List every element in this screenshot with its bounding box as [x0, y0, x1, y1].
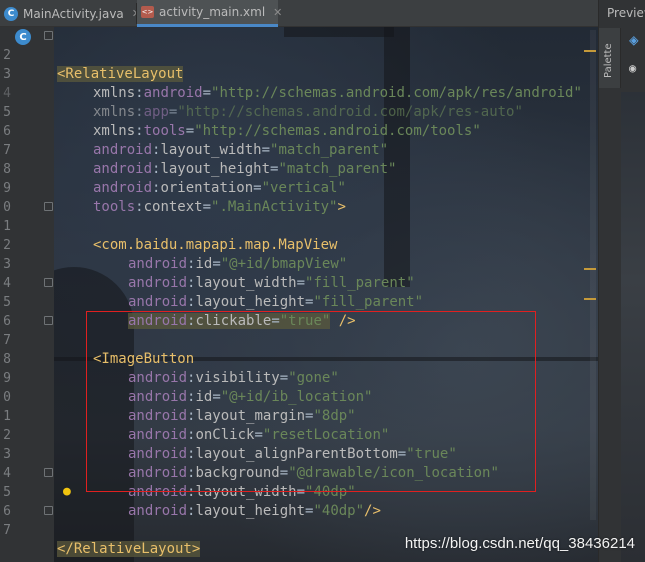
code-line: 4 xmlns:app="http://schemas.android.com/… [0, 65, 598, 120]
code-line: 4 android:layout_height="fill_parent" [0, 255, 598, 310]
code-line: 0 [0, 179, 598, 215]
preview-canvas [621, 92, 645, 562]
tab-activity-main-xml[interactable]: <> activity_main.xml ✕ [137, 0, 282, 27]
code-line: 7 android:layout_height="match_parent" [0, 122, 598, 177]
fold-toggle-icon[interactable] [44, 202, 53, 211]
vertical-scrollbar[interactable] [590, 30, 596, 520]
lightbulb-icon[interactable]: ● [63, 485, 75, 499]
fold-toggle-icon[interactable] [44, 468, 53, 477]
preview-title[interactable]: Preview [607, 6, 645, 20]
palette-label: Palette [603, 43, 614, 78]
xml-file-icon: <> [141, 6, 154, 18]
tab-mainactivity-java[interactable]: C MainActivity.java ✕ [0, 0, 141, 27]
watermark-url: https://blog.csdn.net/qq_38436214 [404, 535, 635, 552]
fold-toggle-icon[interactable] [44, 506, 53, 515]
scroll-marker[interactable] [584, 298, 596, 300]
tab-label: MainActivity.java [23, 6, 124, 21]
layers-icon[interactable]: ◈ [629, 32, 645, 48]
close-icon[interactable]: ✕ [273, 6, 282, 19]
tab-label: activity_main.xml [159, 5, 266, 19]
code-line: 9 tools:context=".MainActivity"> [0, 160, 598, 215]
code-line: 3 xmlns:android="http://schemas.android.… [0, 46, 598, 101]
code-line: 2 android:id="@+id/bmapView" [0, 217, 598, 272]
code-line: 5 xmlns:tools="http://schemas.android.co… [0, 84, 598, 139]
fold-toggle-icon[interactable] [44, 31, 53, 40]
editor-tab-bar: C MainActivity.java ✕ <> activity_main.x… [0, 0, 598, 27]
code-line: 8 android:orientation="vertical" [0, 141, 598, 196]
preview-panel: Preview Palette ◈ ◉ [598, 0, 645, 562]
code-line: 7 </RelativeLayout> [0, 502, 598, 557]
fold-toggle-icon[interactable] [44, 278, 53, 287]
java-class-icon: C [4, 6, 18, 21]
scroll-marker[interactable] [584, 50, 596, 52]
line-number: 7 [3, 523, 11, 538]
scroll-marker[interactable] [584, 268, 596, 270]
xml-tag: </RelativeLayout> [57, 541, 201, 557]
code-line: 3 android:layout_width="fill_parent" [0, 236, 598, 291]
code-line: 2 <RelativeLayout [0, 27, 598, 82]
code-line: 6 android:layout_width="match_parent" [0, 103, 598, 158]
code-line: 6 [0, 293, 598, 329]
imagebutton-highlight-box [86, 311, 536, 492]
eye-icon[interactable]: ◉ [629, 60, 645, 76]
fold-toggle-icon[interactable] [44, 316, 53, 325]
code-line: 5 android:clickable="true" /> [0, 274, 598, 329]
code-line: 1 <com.baidu.mapapi.map.MapView [0, 198, 598, 253]
